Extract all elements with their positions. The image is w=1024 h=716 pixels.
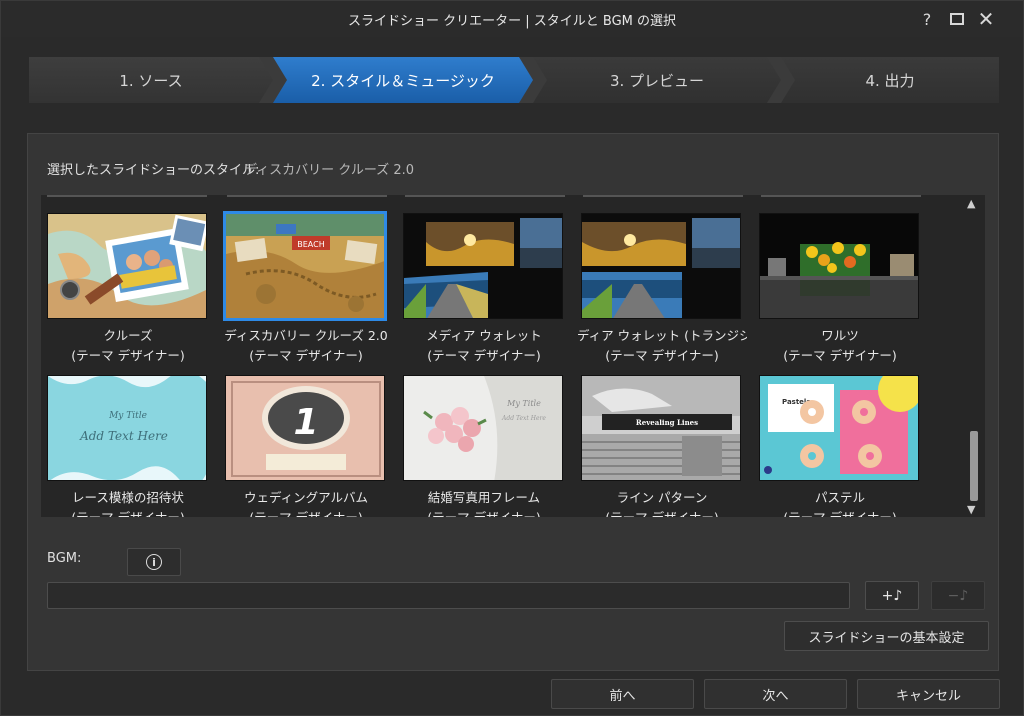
next-button[interactable]: 次へ bbox=[704, 679, 847, 709]
thumb-subtitle-text: Add Text Here bbox=[79, 429, 168, 443]
style-tile-pastel[interactable]: Pastels パステル (テーマ デザイナー) bbox=[755, 369, 921, 517]
style-type: (テーマ デザイナー) bbox=[427, 348, 541, 363]
style-name: ディア ウォレット (トランジションあ bbox=[577, 328, 747, 343]
style-type: (テーマ デザイナー) bbox=[43, 507, 213, 517]
style-thumbnail bbox=[581, 213, 741, 319]
style-tile-discovery-cruise[interactable]: BEACH ディスカバリー クルーズ 2.0 (テーマ デザイナー) bbox=[221, 207, 388, 367]
thumb-caption-text: Revealing Lines bbox=[636, 418, 698, 427]
thumb-sign-text: BEACH bbox=[297, 240, 324, 249]
style-tile-media-wallet-transition[interactable]: ディア ウォレット (トランジションあ (テーマ デザイナー) bbox=[577, 207, 747, 367]
thumb-title-text: My Title bbox=[506, 399, 541, 408]
style-thumbnail bbox=[759, 213, 919, 319]
style-thumbnail: BEACH bbox=[223, 211, 387, 321]
style-name: メディア ウォレット bbox=[426, 328, 542, 343]
selected-style-label: 選択したスライドショーのスタイル: bbox=[47, 163, 260, 178]
slideshow-creator-window: スライドショー クリエーター | スタイルと BGM の選択 ? ✕ 1. ソー… bbox=[0, 0, 1024, 716]
thumb-title-text: My Title bbox=[108, 411, 147, 421]
style-thumbnail bbox=[47, 213, 207, 319]
style-name: レース模様の招待状 bbox=[72, 490, 184, 505]
style-type: (テーマ デザイナー) bbox=[399, 507, 569, 517]
style-thumbnail: 1 bbox=[225, 375, 385, 481]
step-output[interactable]: 4. 出力 bbox=[781, 57, 999, 103]
bgm-label: BGM: bbox=[47, 551, 82, 566]
cancel-button[interactable]: キャンセル bbox=[857, 679, 1000, 709]
style-thumbnail: My Title Add Text Here bbox=[47, 375, 207, 481]
close-button[interactable]: ✕ bbox=[973, 7, 999, 31]
thumb-subtitle-text: Add Text Here bbox=[501, 415, 546, 422]
style-name: ウェディングアルバム bbox=[243, 490, 368, 505]
style-type: (テーマ デザイナー) bbox=[249, 348, 363, 363]
style-tile-wedding-frame[interactable]: My Title Add Text Here 結婚写真用フレーム (テーマ デザ… bbox=[399, 369, 565, 517]
style-tile-cruise[interactable]: クルーズ (テーマ デザイナー) bbox=[43, 207, 209, 367]
style-tile-lace-invitation[interactable]: My Title Add Text Here レース模様の招待状 (テーマ デザ… bbox=[43, 369, 209, 517]
style-tile-waltz[interactable]: ワルツ (テーマ デザイナー) bbox=[755, 207, 921, 367]
style-name: ワルツ bbox=[821, 328, 859, 343]
thumb-number-text: 1 bbox=[293, 402, 318, 443]
step-style-music[interactable]: 2. スタイル＆ミュージック bbox=[273, 57, 533, 103]
window-title: スライドショー クリエーター | スタイルと BGM の選択 bbox=[347, 14, 677, 29]
maximize-icon bbox=[950, 13, 964, 25]
style-type: (テーマ デザイナー) bbox=[755, 507, 925, 517]
style-name: 結婚写真用フレーム bbox=[427, 490, 541, 505]
info-icon: i bbox=[146, 554, 162, 570]
style-tile-line-pattern[interactable]: Revealing Lines ライン パターン (テーマ デザイナー) bbox=[577, 369, 743, 517]
scroll-up-arrow[interactable]: ▲ bbox=[967, 197, 975, 210]
scroll-thumb[interactable] bbox=[970, 431, 978, 501]
previous-row-edge bbox=[41, 195, 961, 207]
style-type: (テーマ デザイナー) bbox=[577, 507, 747, 517]
style-name: ライン パターン bbox=[616, 490, 708, 505]
style-thumbnail: Pastels bbox=[759, 375, 919, 481]
bgm-file-field[interactable] bbox=[47, 582, 850, 609]
slideshow-settings-button[interactable]: スライドショーの基本設定 bbox=[784, 621, 989, 651]
wizard-steps: 1. ソース 2. スタイル＆ミュージック 3. プレビュー 4. 出力 bbox=[29, 57, 999, 103]
maximize-button[interactable] bbox=[944, 7, 970, 31]
style-name: クルーズ bbox=[103, 328, 153, 343]
title-bar: スライドショー クリエーター | スタイルと BGM の選択 ? ✕ bbox=[1, 1, 1023, 37]
style-thumbnail: Revealing Lines bbox=[581, 375, 741, 481]
add-music-button[interactable]: +♪ bbox=[865, 581, 919, 610]
style-thumbnail: My Title Add Text Here bbox=[403, 375, 563, 481]
step-preview[interactable]: 3. プレビュー bbox=[533, 57, 781, 103]
style-tile-media-wallet[interactable]: メディア ウォレット (テーマ デザイナー) bbox=[399, 207, 565, 367]
style-type: (テーマ デザイナー) bbox=[71, 348, 185, 363]
style-type: (テーマ デザイナー) bbox=[783, 348, 897, 363]
style-gallery: クルーズ (テーマ デザイナー) BEACH ディスカバリー クルーズ 2.0 … bbox=[41, 195, 985, 517]
back-button[interactable]: 前へ bbox=[551, 679, 694, 709]
style-tile-wedding-album[interactable]: 1 ウェディングアルバム (テーマ デザイナー) bbox=[221, 369, 387, 517]
style-name: パステル bbox=[814, 490, 865, 505]
step-source[interactable]: 1. ソース bbox=[29, 57, 273, 103]
style-type: (テーマ デザイナー) bbox=[221, 507, 391, 517]
help-button[interactable]: ? bbox=[914, 7, 940, 31]
selected-style-value: ディスカバリー クルーズ 2.0 bbox=[244, 163, 414, 178]
remove-music-button[interactable]: −♪ bbox=[931, 581, 985, 610]
scroll-down-arrow[interactable]: ▼ bbox=[967, 503, 975, 516]
style-thumbnail bbox=[403, 213, 563, 319]
style-type: (テーマ デザイナー) bbox=[605, 348, 719, 363]
bgm-info-button[interactable]: i bbox=[127, 548, 181, 576]
style-name: ディスカバリー クルーズ 2.0 bbox=[224, 328, 388, 343]
